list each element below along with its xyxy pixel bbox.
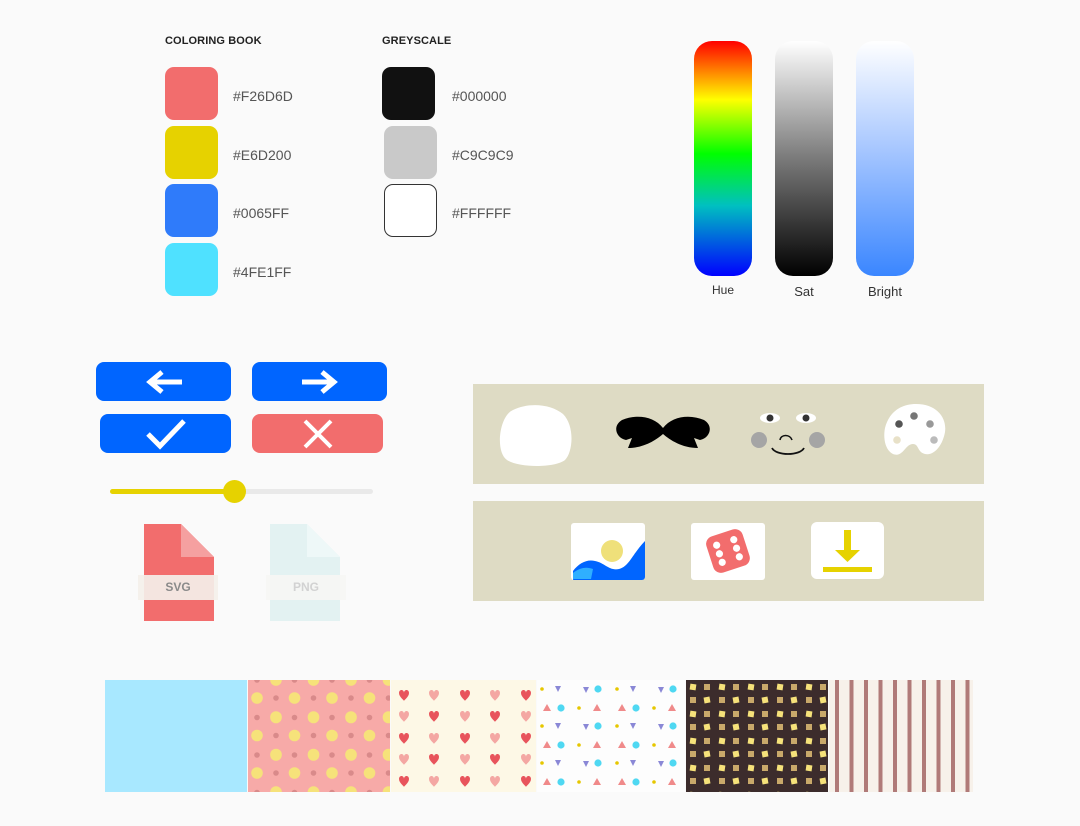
pattern-hearts-cream[interactable]: [391, 680, 536, 792]
palette-icon[interactable]: [883, 402, 949, 460]
svg-label: SVG: [165, 580, 191, 594]
pattern-confetti-white[interactable]: [537, 680, 685, 792]
saturation-bar[interactable]: [775, 41, 833, 276]
cancel-button[interactable]: [252, 414, 383, 453]
mustache-icon[interactable]: [614, 414, 712, 454]
swatch-hex: #E6D200: [233, 147, 292, 163]
swatch-cyan[interactable]: [165, 243, 218, 296]
png-label: PNG: [292, 580, 319, 594]
arrow-left-icon: [145, 369, 182, 394]
swatch-white[interactable]: [384, 184, 437, 237]
palette-title: GREYSCALE: [382, 35, 452, 47]
dice-icon[interactable]: [691, 523, 765, 580]
pattern-squares-dark[interactable]: [686, 680, 828, 792]
swatch-hex: #FFFFFF: [452, 205, 512, 221]
arrow-right-icon: [301, 369, 338, 394]
pattern-dots-pink[interactable]: [248, 680, 390, 792]
download-icon[interactable]: [811, 522, 884, 579]
back-button[interactable]: [96, 362, 231, 401]
swatch-grey[interactable]: [384, 126, 437, 179]
slider-thumb[interactable]: [222, 480, 246, 503]
swatch-blue[interactable]: [165, 184, 218, 237]
bright-label: Bright: [868, 284, 902, 299]
swatch-hex: #4FE1FF: [233, 264, 292, 280]
slider-fill: [110, 489, 234, 494]
swatch-yellow[interactable]: [165, 126, 218, 179]
image-icon[interactable]: [571, 523, 645, 580]
slider-track[interactable]: [110, 480, 373, 503]
pattern-solid-cyan[interactable]: [105, 680, 247, 792]
hue-bar[interactable]: [694, 41, 752, 276]
face-icon[interactable]: [750, 410, 830, 460]
checkmark-icon: [145, 418, 186, 450]
swatch-hex: #C9C9C9: [452, 147, 514, 163]
hue-label: Hue: [711, 283, 734, 297]
blob-icon[interactable]: [499, 402, 575, 466]
actions-panel: [473, 501, 984, 601]
forward-button[interactable]: [252, 362, 387, 401]
pattern-stripes[interactable]: [829, 680, 973, 792]
swatch-coral[interactable]: [165, 67, 218, 120]
sat-label: Sat: [794, 284, 814, 299]
swatch-black[interactable]: [382, 67, 435, 120]
close-icon: [303, 419, 332, 448]
palette-title: COLORING BOOK: [165, 35, 262, 47]
swatch-hex: #000000: [452, 88, 507, 104]
shapes-panel: [473, 384, 984, 484]
swatch-hex: #0065FF: [233, 205, 290, 221]
confirm-button[interactable]: [100, 414, 231, 453]
swatch-hex: #F26D6D: [233, 88, 293, 104]
brightness-bar[interactable]: [856, 41, 914, 276]
